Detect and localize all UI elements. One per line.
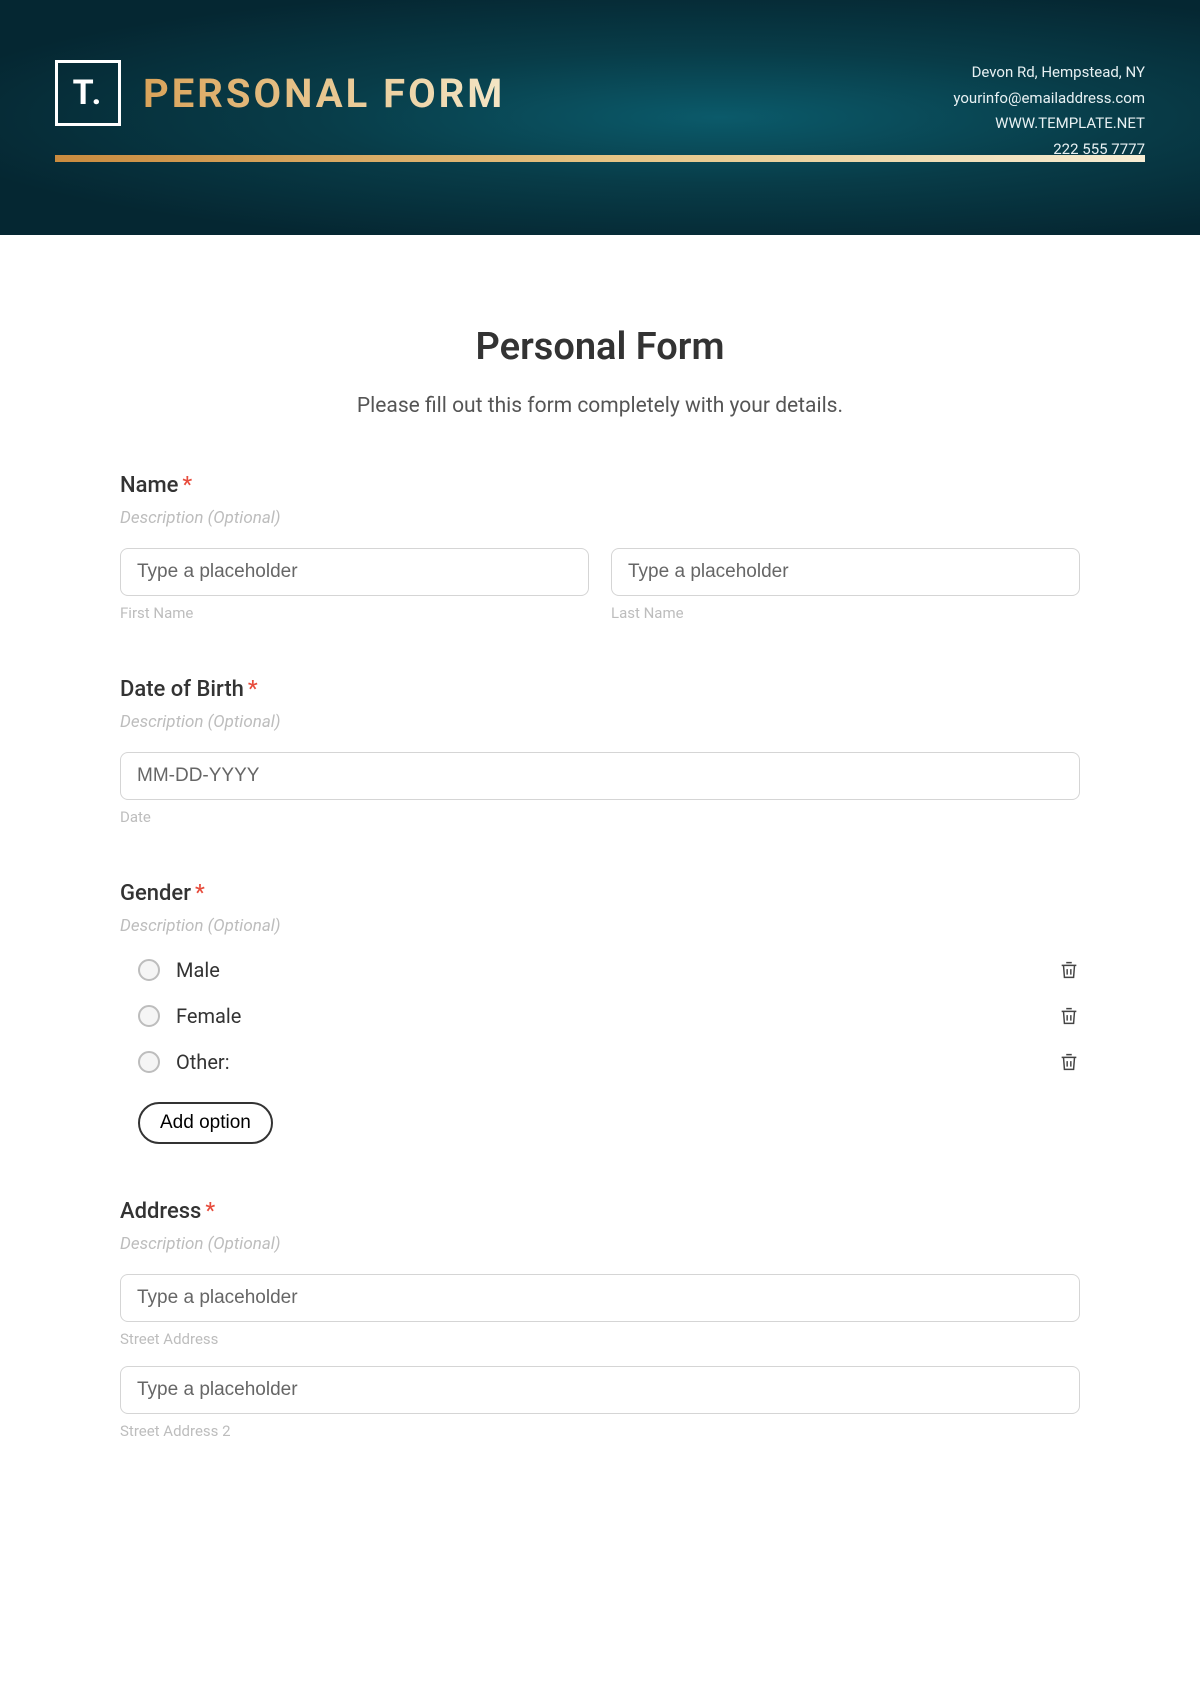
radio-female-label: Female — [176, 1004, 241, 1028]
street-address-2-input[interactable] — [120, 1366, 1080, 1414]
gender-label-text: Gender — [120, 881, 191, 906]
dob-label: Date of Birth* — [120, 677, 1080, 702]
contact-address: Devon Rd, Hempstead, NY — [953, 60, 1145, 86]
radio-male[interactable] — [138, 959, 160, 981]
add-option-button[interactable]: Add option — [138, 1102, 273, 1144]
contact-email: yourinfo@emailaddress.com — [953, 86, 1145, 112]
first-name-input[interactable] — [120, 548, 589, 596]
street-address-sublabel: Street Address — [120, 1330, 1080, 1348]
dob-description[interactable]: Description (Optional) — [120, 712, 1080, 732]
radio-other[interactable] — [138, 1051, 160, 1073]
dob-sublabel: Date — [120, 808, 1080, 826]
radio-male-label: Male — [176, 958, 220, 982]
gender-description[interactable]: Description (Optional) — [120, 916, 1080, 936]
trash-icon[interactable] — [1058, 958, 1080, 982]
section-gender: Gender* Description (Optional) Male Fema… — [120, 881, 1080, 1144]
address-label-text: Address — [120, 1199, 201, 1224]
section-address: Address* Description (Optional) Street A… — [120, 1199, 1080, 1440]
required-star: * — [248, 677, 258, 702]
last-name-input[interactable] — [611, 548, 1080, 596]
contact-website: WWW.TEMPLATE.NET — [953, 111, 1145, 137]
banner-title: PERSONAL FORM — [143, 70, 505, 117]
name-description[interactable]: Description (Optional) — [120, 508, 1080, 528]
brand: T. PERSONAL FORM — [55, 60, 505, 126]
required-star: * — [182, 473, 192, 498]
contact-block: Devon Rd, Hempstead, NY yourinfo@emailad… — [953, 60, 1145, 162]
radio-row-male: Male — [120, 958, 1080, 982]
gender-label: Gender* — [120, 881, 1080, 906]
trash-icon[interactable] — [1058, 1004, 1080, 1028]
last-name-sublabel: Last Name — [611, 604, 1080, 622]
name-label: Name* — [120, 473, 1080, 498]
name-label-text: Name — [120, 473, 178, 498]
page-title: Personal Form — [120, 325, 1080, 369]
street-address-2-sublabel: Street Address 2 — [120, 1422, 1080, 1440]
radio-row-female: Female — [120, 1004, 1080, 1028]
radio-row-other: Other: — [120, 1050, 1080, 1074]
banner: T. PERSONAL FORM Devon Rd, Hempstead, NY… — [0, 0, 1200, 235]
dob-label-text: Date of Birth — [120, 677, 244, 702]
required-star: * — [205, 1199, 215, 1224]
page-subtitle: Please fill out this form completely wit… — [120, 394, 1080, 418]
radio-other-label: Other: — [176, 1050, 230, 1074]
dob-input[interactable] — [120, 752, 1080, 800]
address-description[interactable]: Description (Optional) — [120, 1234, 1080, 1254]
first-name-sublabel: First Name — [120, 604, 589, 622]
radio-female[interactable] — [138, 1005, 160, 1027]
required-star: * — [195, 881, 205, 906]
page-body: Personal Form Please fill out this form … — [0, 235, 1200, 1480]
street-address-input[interactable] — [120, 1274, 1080, 1322]
trash-icon[interactable] — [1058, 1050, 1080, 1074]
section-dob: Date of Birth* Description (Optional) Da… — [120, 677, 1080, 826]
section-name: Name* Description (Optional) First Name … — [120, 473, 1080, 622]
logo: T. — [55, 60, 121, 126]
address-label: Address* — [120, 1199, 1080, 1224]
gold-divider — [55, 155, 1145, 162]
